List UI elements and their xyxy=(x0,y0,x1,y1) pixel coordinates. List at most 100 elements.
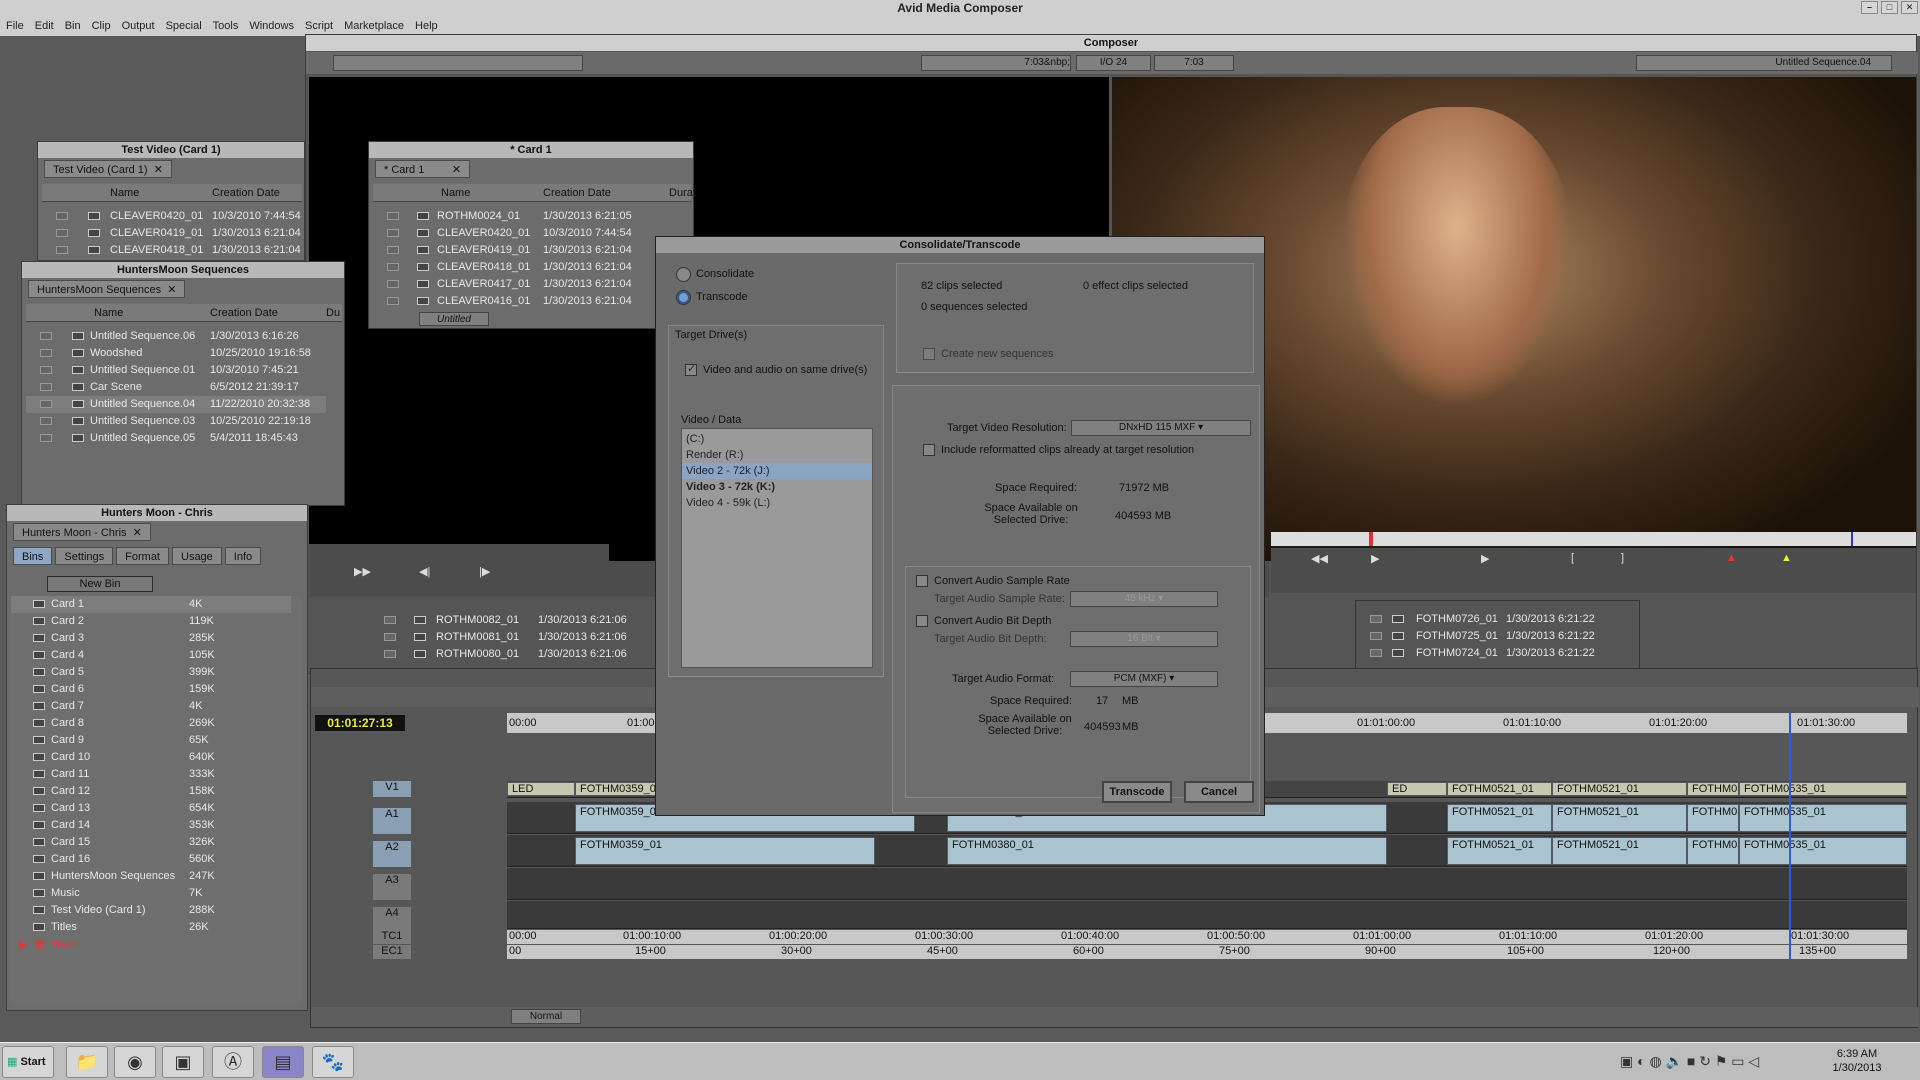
bin-view-menu[interactable]: Untitled xyxy=(419,312,489,326)
close-icon[interactable]: ✕ xyxy=(1901,1,1918,14)
extract-icon[interactable]: ▲ xyxy=(1781,552,1792,564)
a1-clip[interactable]: FOTHM05 xyxy=(1687,804,1739,832)
table-row[interactable]: ROTHM0080_01 1/30/2013 6:21:06 xyxy=(370,646,650,663)
app-icon[interactable]: ▣ xyxy=(162,1046,204,1078)
target-bit-depth-select[interactable]: 16 Bit ▾ xyxy=(1070,631,1218,647)
transcode-button[interactable]: Transcode xyxy=(1102,781,1172,803)
a2-clip[interactable]: FOTHM0380_01 xyxy=(947,837,1387,865)
list-item[interactable]: Test Video (Card 1) 288K xyxy=(11,902,291,919)
menu-file[interactable]: File xyxy=(6,20,24,32)
play-icon[interactable]: ▶ xyxy=(1481,552,1489,565)
table-row[interactable]: Untitled Sequence.01 10/3/2010 7:45:21 xyxy=(26,362,326,379)
table-row[interactable]: Untitled Sequence.06 1/30/2013 6:16:26 xyxy=(26,328,326,345)
tc-mid-field[interactable]: I/O 24 xyxy=(1076,55,1151,71)
target-video-resolution-select[interactable]: DNxHD 115 MXF ▾ xyxy=(1071,420,1251,436)
a2-track[interactable]: FOTHM0359_01 FOTHM0380_01 FOTHM0521_01 F… xyxy=(507,835,1907,867)
tab-usage[interactable]: Usage xyxy=(172,547,222,565)
list-item[interactable]: Card 13 654K xyxy=(11,800,291,817)
list-item[interactable]: Card 15 326K xyxy=(11,834,291,851)
tab-bins[interactable]: Bins xyxy=(13,547,53,565)
list-item[interactable]: Card 6 159K xyxy=(11,681,291,698)
table-row[interactable]: CLEAVER0420_01 10/3/2010 7:44:54 xyxy=(42,208,302,225)
convert-sample-rate-checkbox[interactable] xyxy=(916,575,928,587)
source-menu[interactable] xyxy=(333,55,583,71)
timeline-mode-menu[interactable]: Normal xyxy=(511,1009,581,1024)
gimp-icon[interactable]: 🐾 xyxy=(312,1046,354,1078)
table-row[interactable]: Untitled Sequence.05 5/4/2011 18:45:43 xyxy=(26,430,326,447)
a1-clip[interactable]: FOTHM0535_01 xyxy=(1739,804,1907,832)
a3-track[interactable] xyxy=(507,868,1907,900)
tab-project[interactable]: Hunters Moon - Chris ✕ xyxy=(13,523,151,541)
menu-special[interactable]: Special xyxy=(166,20,202,32)
list-item[interactable]: Card 3 285K xyxy=(11,630,291,647)
table-row[interactable]: CLEAVER0419_01 1/30/2013 6:21:04 xyxy=(42,225,302,242)
start-button[interactable]: ▦ Start xyxy=(2,1046,54,1078)
v1-clip[interactable]: LED xyxy=(507,782,575,796)
maximize-icon[interactable]: □ xyxy=(1881,1,1898,14)
step-icon[interactable]: ▶ xyxy=(1371,552,1379,565)
table-row[interactable]: Woodshed 10/25/2010 19:16:58 xyxy=(26,345,326,362)
menu-tools[interactable]: Tools xyxy=(213,20,239,32)
list-item[interactable]: Card 10 640K xyxy=(11,749,291,766)
record-menu-right[interactable]: 7:03 xyxy=(1154,55,1234,71)
a4-track[interactable] xyxy=(507,901,1907,929)
list-item[interactable]: Card 11 333K xyxy=(11,766,291,783)
list-item[interactable]: FOTHM0724_01 1/30/2013 6:21:22 xyxy=(1356,645,1636,662)
a2-clip[interactable]: FOTHM0521_01 xyxy=(1447,837,1552,865)
v1-clip[interactable]: FOTHM0521_01 xyxy=(1552,782,1687,796)
target-audio-format-select[interactable]: PCM (MXF) ▾ xyxy=(1070,671,1218,687)
list-item[interactable]: Card 7 4K xyxy=(11,698,291,715)
a2-clip[interactable]: FOTHM0359_01 xyxy=(575,837,875,865)
list-item[interactable]: FOTHM0725_01 1/30/2013 6:21:22 xyxy=(1356,628,1636,645)
menu-edit[interactable]: Edit xyxy=(35,20,54,32)
file-explorer-icon[interactable]: 📁 xyxy=(66,1046,108,1078)
track-a1[interactable]: A1 xyxy=(373,808,411,834)
step-back-icon[interactable]: ◀| xyxy=(419,565,430,578)
list-item[interactable]: Card 14 353K xyxy=(11,817,291,834)
list-item[interactable]: Music 7K xyxy=(11,885,291,902)
tab-settings[interactable]: Settings xyxy=(55,547,114,565)
a2-clip[interactable]: FOTHM0521_01 xyxy=(1552,837,1687,865)
record-position-bar[interactable] xyxy=(1271,532,1916,546)
step-forward-icon[interactable]: |▶ xyxy=(479,565,490,578)
menu-bin[interactable]: Bin xyxy=(65,20,81,32)
list-item[interactable]: Card 9 65K xyxy=(11,732,291,749)
avid-icon[interactable]: ▤ xyxy=(262,1046,304,1078)
list-item[interactable]: Card 1 4K xyxy=(11,596,291,613)
drive-item-selected[interactable]: Video 2 - 72k (J:) xyxy=(682,463,872,479)
mark-out-icon[interactable]: ] xyxy=(1621,552,1624,564)
v1-clip[interactable]: FOTHM05 xyxy=(1687,782,1739,796)
drive-item[interactable]: Video 3 - 72k (K:) xyxy=(682,479,872,495)
sequence-menu[interactable]: Untitled Sequence.04 xyxy=(1636,55,1892,71)
a2-clip[interactable]: FOTHM0535_01 xyxy=(1739,837,1907,865)
mark-in-icon[interactable]: [ xyxy=(1571,552,1574,564)
track-a2[interactable]: A2 xyxy=(373,841,411,867)
transcode-radio[interactable] xyxy=(676,290,691,305)
tab-card1[interactable]: * Card 1 ✕ xyxy=(375,160,471,178)
table-row[interactable]: CLEAVER0419_01 1/30/2013 6:21:04 xyxy=(373,242,673,259)
drive-item[interactable]: Render (R:) xyxy=(682,447,872,463)
v1-clip[interactable]: FOTHM0521_01 xyxy=(1447,782,1552,796)
drive-item[interactable]: Video 4 - 59k (L:) xyxy=(682,495,872,511)
table-row[interactable]: CLEAVER0420_01 10/3/2010 7:44:54 xyxy=(373,225,673,242)
cancel-button[interactable]: Cancel xyxy=(1184,781,1254,803)
menu-help[interactable]: Help xyxy=(415,20,438,32)
firefox-icon[interactable]: ◉ xyxy=(114,1046,156,1078)
table-row[interactable]: CLEAVER0417_01 1/30/2013 6:21:04 xyxy=(373,276,673,293)
a2-clip[interactable]: FOTHM05 xyxy=(1687,837,1739,865)
position-indicator[interactable] xyxy=(1789,713,1791,959)
menu-output[interactable]: Output xyxy=(122,20,155,32)
list-item[interactable]: Card 16 560K xyxy=(11,851,291,868)
target-sample-rate-select[interactable]: 48 kHz ▾ xyxy=(1070,591,1218,607)
table-row[interactable]: ROTHM0024_01 1/30/2013 6:21:05 xyxy=(373,208,673,225)
table-row[interactable]: Car Scene 6/5/2012 21:39:17 xyxy=(26,379,326,396)
minimize-icon[interactable]: – xyxy=(1861,1,1878,14)
menu-marketplace[interactable]: Marketplace xyxy=(344,20,404,32)
list-item[interactable]: Titles 26K xyxy=(11,919,291,936)
rewind-icon[interactable]: ◀◀ xyxy=(1311,552,1328,565)
same-drive-checkbox[interactable] xyxy=(685,362,697,376)
table-row[interactable]: Untitled Sequence.03 10/25/2010 22:19:18 xyxy=(26,413,326,430)
track-a3[interactable]: A3 xyxy=(373,874,411,900)
record-menu-left[interactable]: 7:03&nbp; xyxy=(921,55,1071,71)
tab-info[interactable]: Info xyxy=(224,547,262,565)
